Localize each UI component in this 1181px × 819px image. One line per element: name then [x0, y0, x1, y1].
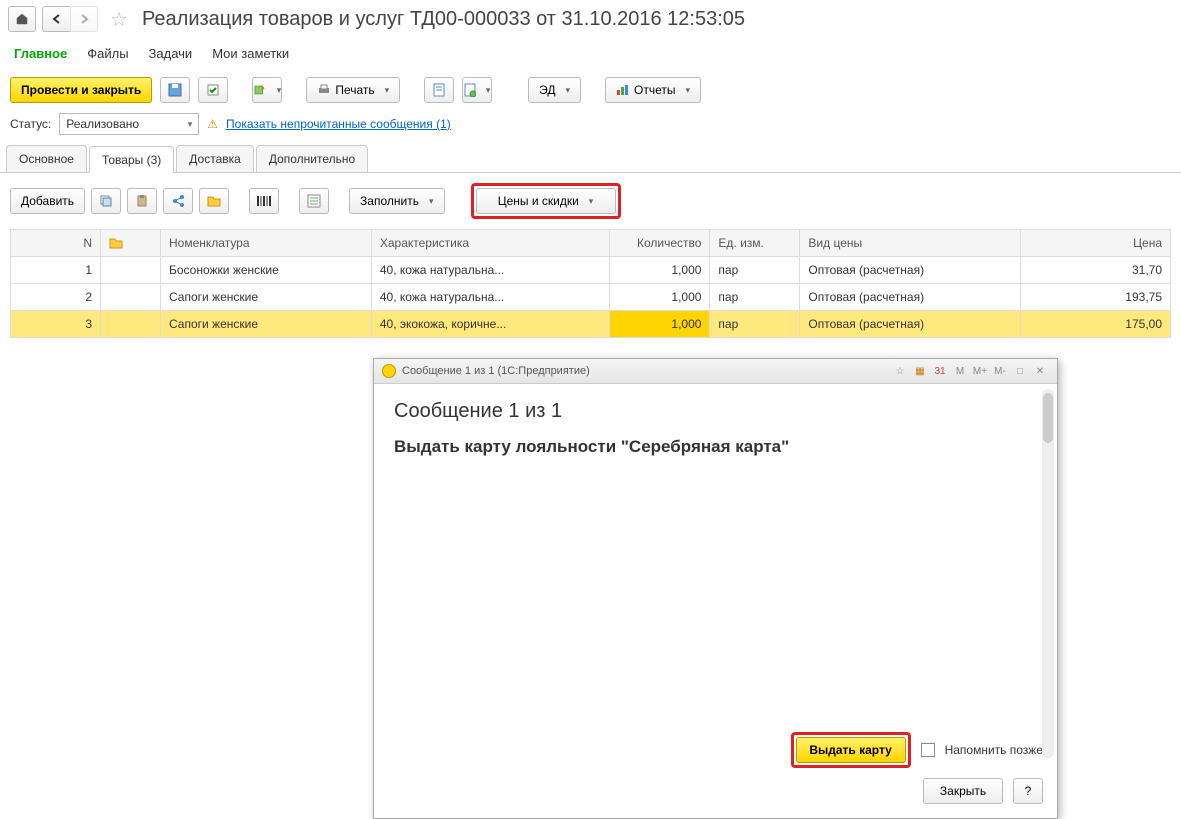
share-button[interactable] — [163, 188, 193, 214]
dialog-heading: Сообщение 1 из 1 — [394, 400, 1037, 423]
subtab-additional[interactable]: Дополнительно — [256, 145, 368, 172]
tab-main[interactable]: Главное — [14, 46, 67, 61]
col-nomenclature[interactable]: Номенклатура — [161, 230, 372, 257]
titlebar-star-icon[interactable]: ☆ — [891, 363, 909, 379]
tab-files[interactable]: Файлы — [87, 46, 128, 61]
post-button[interactable] — [198, 77, 228, 103]
dialog-message: Выдать карту лояльности "Серебряная карт… — [394, 437, 1037, 457]
paste-row-button[interactable] — [127, 188, 157, 214]
status-value: Реализовано — [66, 117, 139, 131]
home-button[interactable] — [8, 6, 36, 32]
goods-table[interactable]: N Номенклатура Характеристика Количество… — [10, 229, 1171, 338]
titlebar-calendar-icon[interactable]: 31 — [931, 363, 949, 379]
fill-button[interactable]: Заполнить — [349, 188, 444, 214]
list-button[interactable] — [299, 188, 329, 214]
doc-icon-button[interactable] — [424, 77, 454, 103]
warning-icon: ⚠ — [207, 117, 218, 131]
titlebar-mplus-button[interactable]: M+ — [971, 363, 989, 379]
titlebar-maximize-button[interactable]: □ — [1011, 363, 1029, 379]
col-n[interactable]: N — [11, 230, 101, 257]
col-unit[interactable]: Ед. изм. — [710, 230, 800, 257]
save-button[interactable] — [160, 77, 190, 103]
titlebar-close-button[interactable]: ✕ — [1031, 363, 1049, 379]
unread-messages-link[interactable]: Показать непрочитанные сообщения (1) — [226, 117, 451, 131]
tab-notes[interactable]: Мои заметки — [212, 46, 289, 61]
table-row[interactable]: 3 Сапоги женские 40, экокожа, коричне...… — [11, 311, 1171, 338]
favorite-star-icon[interactable]: ☆ — [110, 7, 128, 32]
help-button[interactable]: ? — [1013, 778, 1043, 804]
dialog-titlebar-text: Сообщение 1 из 1 (1С:Предприятие) — [402, 365, 590, 377]
scrollbar-thumb[interactable] — [1043, 393, 1053, 443]
add-row-button[interactable]: Добавить — [10, 188, 85, 214]
create-based-on-button[interactable] — [252, 77, 282, 103]
subtab-main[interactable]: Основное — [6, 145, 87, 172]
dialog-scrollbar[interactable] — [1042, 389, 1054, 758]
col-flag[interactable] — [101, 230, 161, 257]
reports-button[interactable]: Отчеты — [605, 77, 701, 103]
copy-row-button[interactable] — [91, 188, 121, 214]
status-label: Статус: — [10, 117, 51, 131]
forward-button[interactable] — [70, 6, 98, 32]
reports-label: Отчеты — [634, 83, 675, 97]
titlebar-calc-icon[interactable]: ▦ — [911, 363, 929, 379]
app-1c-icon — [382, 364, 396, 378]
tab-tasks[interactable]: Задачи — [149, 46, 193, 61]
edo-button[interactable]: ЭД — [528, 77, 581, 103]
titlebar-mminus-button[interactable]: M- — [991, 363, 1009, 379]
table-row[interactable]: 2 Сапоги женские 40, кожа натуральна... … — [11, 284, 1171, 311]
post-and-close-button[interactable]: Провести и закрыть — [10, 77, 152, 103]
titlebar-m-button[interactable]: M — [951, 363, 969, 379]
remind-later-checkbox[interactable] — [921, 743, 935, 757]
col-price[interactable]: Цена — [1021, 230, 1171, 257]
col-characteristic[interactable]: Характеристика — [371, 230, 610, 257]
table-row[interactable]: 1 Босоножки женские 40, кожа натуральна.… — [11, 257, 1171, 284]
prices-discounts-button[interactable]: Цены и скидки — [476, 188, 616, 214]
doc-attach-button[interactable] — [462, 77, 492, 103]
remind-later-label: Напомнить позже — [945, 743, 1043, 757]
highlight-prices: Цены и скидки — [471, 183, 621, 219]
highlight-issue-card: Выдать карту — [791, 732, 911, 768]
back-button[interactable] — [42, 6, 70, 32]
page-title: Реализация товаров и услуг ТД00-000033 о… — [142, 8, 745, 31]
col-quantity[interactable]: Количество — [610, 230, 710, 257]
subtab-goods[interactable]: Товары (3) — [89, 146, 174, 173]
col-price-type[interactable]: Вид цены — [800, 230, 1021, 257]
subtab-delivery[interactable]: Доставка — [176, 145, 254, 172]
barcode-button[interactable] — [249, 188, 279, 214]
issue-card-button[interactable]: Выдать карту — [796, 737, 906, 763]
print-label: Печать — [335, 83, 374, 97]
folder-button[interactable] — [199, 188, 229, 214]
print-button[interactable]: Печать — [306, 77, 400, 103]
message-dialog: Сообщение 1 из 1 (1С:Предприятие) ☆ ▦ 31… — [373, 358, 1058, 819]
status-select[interactable]: Реализовано — [59, 113, 199, 135]
close-dialog-button[interactable]: Закрыть — [923, 778, 1003, 804]
